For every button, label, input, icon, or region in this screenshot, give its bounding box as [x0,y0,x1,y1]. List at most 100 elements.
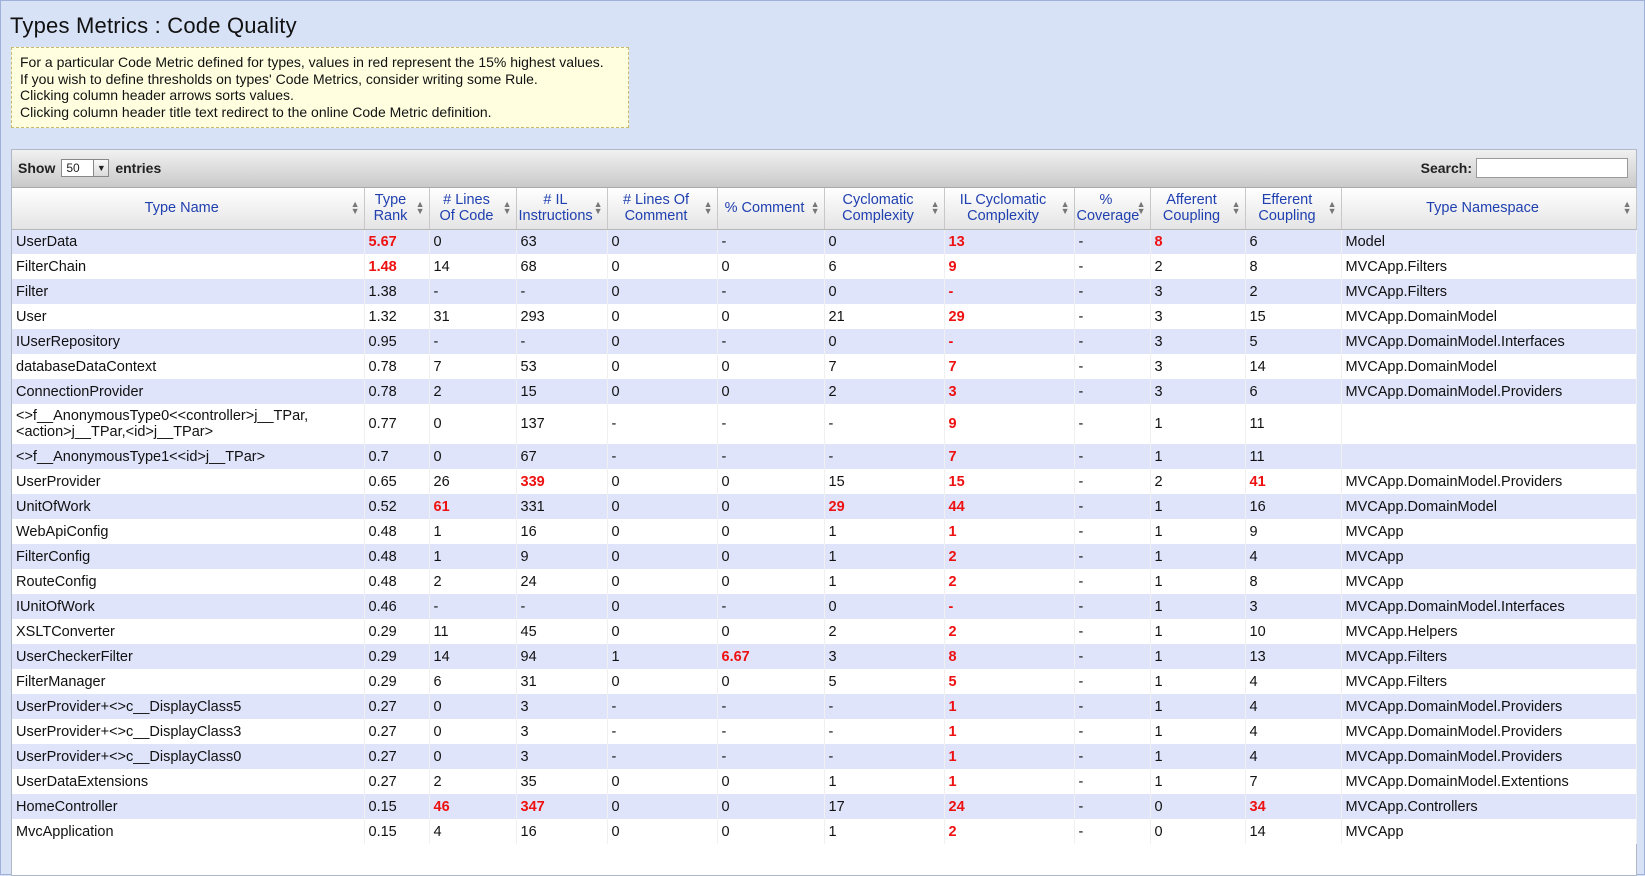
namespace-cell [1341,444,1637,469]
column-header-label[interactable]: Type Namespace [1344,200,1622,216]
table-row: <>f__AnonymousType1<<id>j__TPar> 0.7 0 67- -… [12,444,1637,469]
sort-arrows-icon[interactable]: ▲ ▼ [931,200,940,216]
sort-arrows-icon[interactable]: ▲ ▼ [503,200,512,216]
metric-cell: - [1074,254,1151,279]
sort-arrows-icon[interactable]: ▲ ▼ [811,200,820,216]
table-row: UserProvider+<>c__DisplayClass5 0.27 0 3- - -… [12,694,1637,719]
namespace-cell: MVCApp.DomainModel [1341,304,1637,329]
table-row: IUserRepository 0.95- -0-0- -3 5 MVCApp.Domai… [12,329,1637,354]
entries-select[interactable]: 50 ▼ [61,159,110,177]
metric-cell: - [607,744,718,769]
metric-cell: 7 [1245,769,1342,794]
page-title: Types Metrics : Code Quality [10,13,297,38]
metric-cell: - [1074,444,1151,469]
metric-cell: 15 [516,379,608,404]
table-row: HomeController 0.15 46 347 0 0 17 24-0 34 MVCApp.… [12,794,1637,819]
sort-arrows-icon[interactable]: ▲ ▼ [351,200,360,216]
metric-cell: - [1074,719,1151,744]
column-header-label[interactable]: Type Rank [367,192,415,224]
column-header-label[interactable]: # Lines Of Comment [610,192,703,224]
sort-arrows-icon[interactable]: ▲ ▼ [1232,200,1241,216]
table-row: User 1.32 31 293 0 0 21 29-3 15 MVCApp.DomainMode… [12,304,1637,329]
column-header-label[interactable]: Type Name [14,200,350,216]
metric-cell: 2 [429,769,517,794]
metric-cell: 14 [429,254,517,279]
metric-cell: - [717,719,825,744]
column-header-label[interactable]: Afferent Coupling [1153,192,1231,224]
column-header[interactable]: # IL Instructions ▲ ▼ [516,188,608,230]
column-header[interactable]: Type Namespace ▲ ▼ [1341,188,1637,230]
metric-cell: - [944,594,1075,619]
column-header[interactable]: IL Cyclomatic Complexity ▲ ▼ [944,188,1075,230]
column-header[interactable]: Efferent Coupling ▲ ▼ [1245,188,1342,230]
column-header-label[interactable]: # IL Instructions [519,192,593,224]
column-header[interactable]: # Lines Of Code ▲ ▼ [429,188,517,230]
column-header-label[interactable]: % Comment [720,200,810,216]
metric-cell: 0.29 [364,619,430,644]
metric-cell: - [1074,494,1151,519]
metric-cell: 0.65 [364,469,430,494]
type-name-cell: MvcApplication [12,819,365,844]
column-header-label[interactable]: % Coverage [1077,192,1140,224]
metric-cell: 0 [607,619,718,644]
metric-cell: 3 [1245,594,1342,619]
metric-cell: - [717,444,825,469]
sort-arrows-icon[interactable]: ▲ ▼ [704,200,713,216]
metric-cell: - [607,719,718,744]
metric-cell: 0 [429,404,517,444]
metric-cell: - [607,444,718,469]
metric-cell: 1 [429,519,517,544]
metric-cell: 17 [824,794,945,819]
sort-arrows-icon[interactable]: ▲ ▼ [1623,200,1632,216]
type-name-cell: FilterConfig [12,544,365,569]
column-header[interactable]: # Lines Of Comment ▲ ▼ [607,188,718,230]
metric-cell: 0.15 [364,794,430,819]
metric-cell: 0 [429,744,517,769]
column-header[interactable]: Afferent Coupling ▲ ▼ [1150,188,1246,230]
metric-cell: 1 [1150,519,1246,544]
metric-cell: 7 [824,354,945,379]
column-header[interactable]: Type Rank ▲ ▼ [364,188,430,230]
metric-cell: 1 [944,694,1075,719]
table-row: UserData 5.67 0 63 0-0 13-8 6 Model [12,229,1637,254]
column-header[interactable]: Cyclomatic Complexity ▲ ▼ [824,188,945,230]
column-header-label[interactable]: IL Cyclomatic Complexity [947,192,1060,224]
table-row: UserCheckerFilter 0.29 14 94 1 6.67 3 8-1 13 MVCA… [12,644,1637,669]
column-header[interactable]: Type Name ▲ ▼ [12,188,365,230]
type-name-cell: <>f__AnonymousType1<<id>j__TPar> [12,444,365,469]
info-note-line: Clicking column header arrows sorts valu… [20,87,294,103]
sort-arrows-icon[interactable]: ▲ ▼ [594,200,603,216]
metric-cell: 0 [429,229,517,254]
namespace-cell: MVCApp.Controllers [1341,794,1637,819]
type-name-cell: User [12,304,365,329]
sort-arrows-icon[interactable]: ▲ ▼ [1328,200,1337,216]
sort-arrows-icon[interactable]: ▲ ▼ [1137,200,1146,216]
namespace-cell: MVCApp.DomainModel [1341,354,1637,379]
table-row: RouteConfig 0.48 2 24 0 0 1 2-1 8 MVCApp [12,569,1637,594]
metric-cell: 53 [516,354,608,379]
metric-cell: - [607,694,718,719]
metric-cell: 0 [607,354,718,379]
metric-cell: 14 [1245,354,1342,379]
column-header-label[interactable]: # Lines Of Code [432,192,502,224]
chevron-down-icon[interactable]: ▼ [93,160,109,176]
table-row: WebApiConfig 0.48 1 16 0 0 1 1-1 9 MVCApp [12,519,1637,544]
metric-cell: 0 [607,544,718,569]
metric-cell: - [1074,594,1151,619]
column-header[interactable]: % Coverage ▲ ▼ [1074,188,1151,230]
metric-cell: 35 [516,769,608,794]
metric-cell: - [717,329,825,354]
metric-cell: 11 [429,619,517,644]
metric-cell: 0.29 [364,669,430,694]
metric-cell: 331 [516,494,608,519]
search-input[interactable] [1476,158,1628,178]
column-header-label[interactable]: Cyclomatic Complexity [827,192,930,224]
entries-select-value: 50 [66,161,80,175]
metric-cell: 14 [1245,819,1342,844]
metric-cell: 0 [717,354,825,379]
sort-arrows-icon[interactable]: ▲ ▼ [1061,200,1070,216]
column-header[interactable]: % Comment ▲ ▼ [717,188,825,230]
column-header-label[interactable]: Efferent Coupling [1248,192,1327,224]
sort-arrows-icon[interactable]: ▲ ▼ [416,200,425,216]
metric-cell: 6 [1245,379,1342,404]
